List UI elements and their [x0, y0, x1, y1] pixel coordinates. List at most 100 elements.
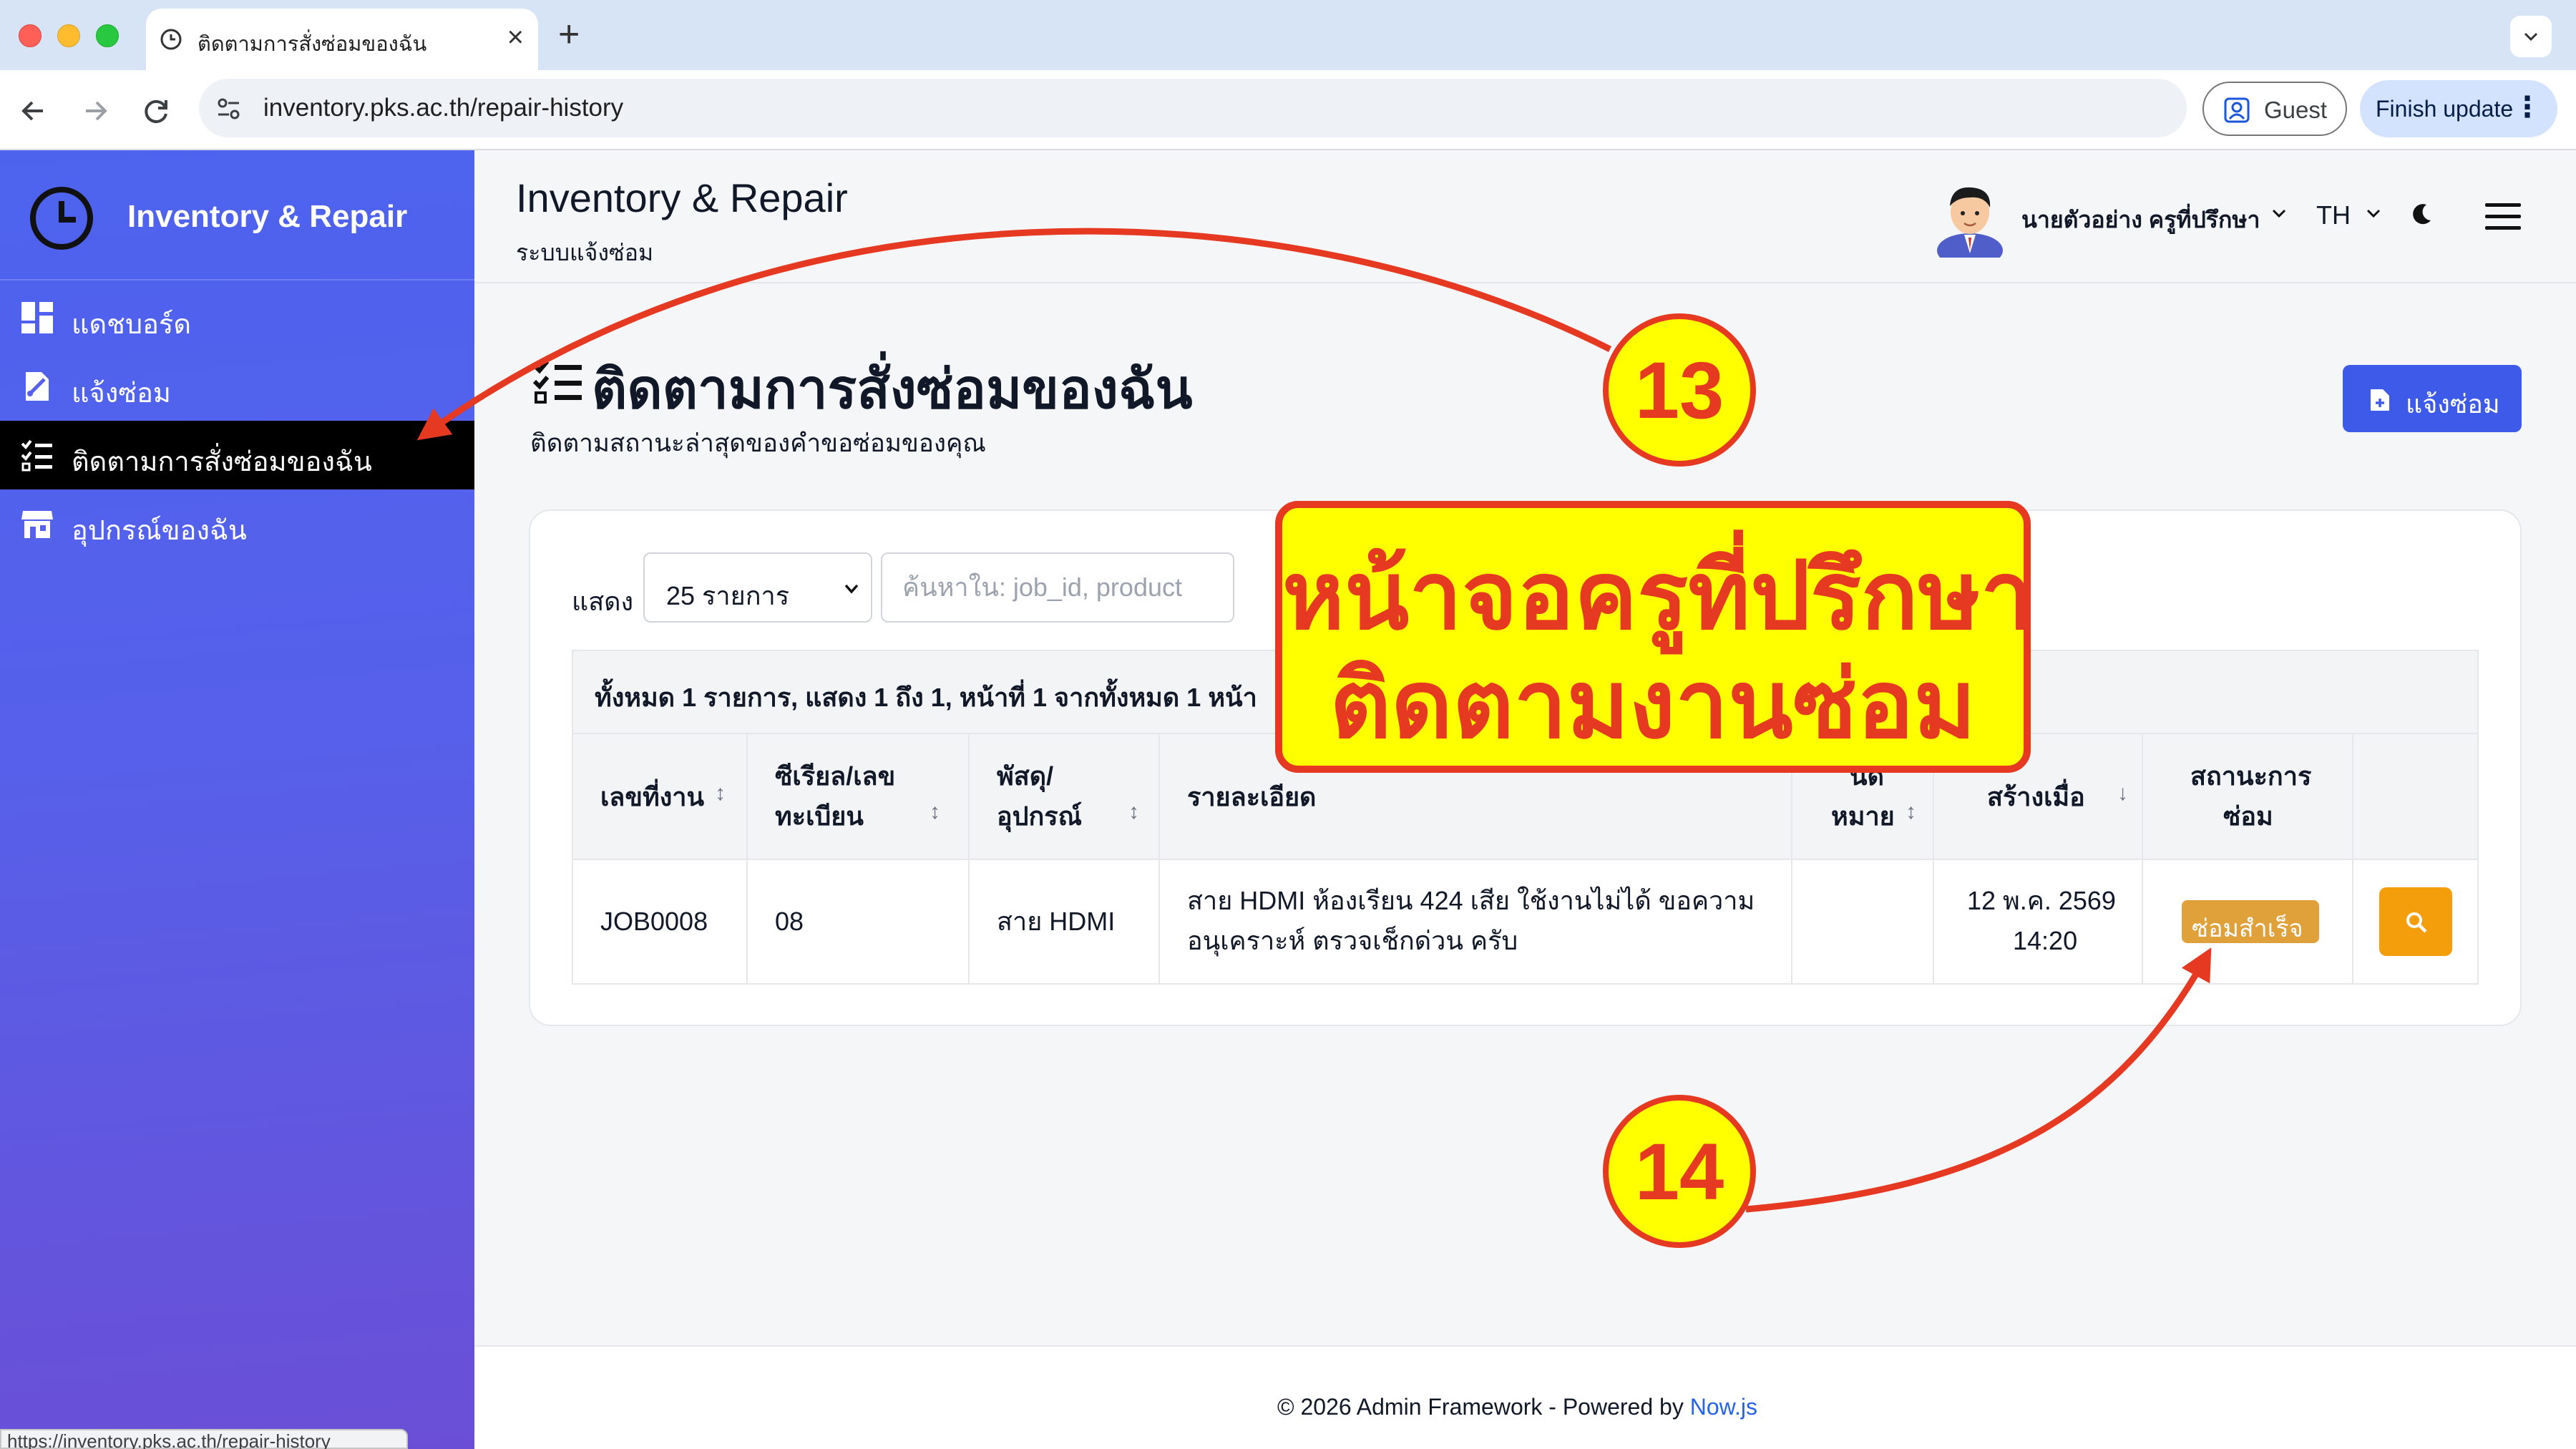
window-zoom-button[interactable] — [96, 24, 119, 47]
finish-update-label: Finish update — [2376, 96, 2514, 122]
search-icon — [2406, 912, 2427, 933]
callout-line-2: ติดตามงานซ่อม — [1330, 652, 1976, 757]
status-label: ซ่อมสำเร็จ — [2192, 915, 2303, 942]
sidebar-item-label: แดชบอร์ด — [72, 310, 191, 340]
cell-status: ซ่อมสำเร็จ — [2143, 860, 2353, 983]
sidebar-item-repair-history[interactable]: ติดตามการสั่งซ่อมของฉัน — [0, 421, 474, 489]
show-label: แสดง — [572, 587, 634, 616]
table-row[interactable]: JOB0008 08 สาย HDMI สาย HDMI ห้องเรียน 4… — [573, 860, 2477, 983]
brand-name: Inventory & Repair — [127, 199, 408, 234]
checklist-icon — [533, 360, 582, 404]
page-title: ติดตามการสั่งซ่อมของฉัน — [592, 359, 1193, 420]
profile-icon — [2224, 97, 2250, 123]
footer-text: © 2026 Admin Framework - Powered by Now.… — [1277, 1394, 1757, 1420]
store-icon — [21, 511, 53, 538]
header-label: ซ่อม — [2223, 801, 2273, 831]
browser-toolbar: inventory.pks.ac.th/repair-history Guest… — [0, 70, 2576, 150]
header-label: รายละเอียด — [1187, 782, 1317, 811]
sidebar: Inventory & Repair แดชบอร์ด แจ้งซ่อม ติด… — [0, 150, 474, 1449]
column-header-status[interactable]: สถานะการ ซ่อม — [2143, 734, 2353, 860]
avatar[interactable] — [1934, 179, 2006, 258]
search-input[interactable] — [881, 552, 1234, 623]
site-settings-icon[interactable] — [215, 94, 243, 123]
finish-update-button[interactable]: Finish update ⋮ — [2360, 80, 2557, 137]
sort-icon[interactable]: ↕ — [1128, 800, 1139, 824]
header-label: ซีเรียล/เลข — [775, 761, 896, 791]
callout-caption-box: หน้าจอครูที่ปรึกษา ติดตามงานซ่อม — [1275, 501, 2034, 773]
chevron-down-icon — [2524, 32, 2538, 42]
report-button-label: แจ้งซ่อม — [2406, 389, 2500, 419]
sidebar-item-dashboard[interactable]: แดชบอร์ด — [0, 283, 474, 352]
guest-profile-button[interactable]: Guest — [2202, 82, 2347, 136]
sidebar-brand[interactable]: Inventory & Repair — [0, 150, 474, 280]
sidebar-item-label: แจ้งซ่อม — [72, 379, 171, 409]
chevron-down-icon — [844, 584, 859, 594]
serial-no: 08 — [775, 907, 804, 936]
callout-number-14: 14 — [1603, 1095, 1756, 1248]
detail-line: สาย HDMI ห้องเรียน 424 เสีย ใช้งานไม่ได้… — [1187, 886, 1755, 915]
chevron-down-icon[interactable] — [2363, 203, 2384, 223]
header-label: อุปกรณ์ — [997, 801, 1083, 831]
cell-job-no: JOB0008 — [573, 860, 748, 983]
forward-arrow-icon[interactable] — [76, 92, 114, 130]
tab-close-icon[interactable]: × — [507, 23, 524, 52]
view-detail-button[interactable] — [2379, 887, 2452, 956]
sidebar-item-label: อุปกรณ์ของฉัน — [72, 516, 247, 546]
header-label: สร้างเมื่อ — [1987, 782, 2085, 811]
callout-13-text: 13 — [1634, 346, 1724, 435]
report-repair-button[interactable]: แจ้งซ่อม — [2343, 365, 2522, 432]
page-size-select[interactable]: 25 รายการ — [643, 552, 872, 623]
new-tab-button[interactable]: + — [558, 16, 580, 53]
moon-icon[interactable] — [2408, 200, 2435, 228]
user-name[interactable]: นายตัวอย่าง ครูที่ปรึกษา — [2021, 202, 2260, 238]
callout-number-13: 13 — [1603, 313, 1756, 467]
sort-icon[interactable]: ↕ — [715, 781, 726, 806]
more-vert-icon: ⋮ — [2513, 92, 2542, 123]
sidebar-item-repair-request[interactable]: แจ้งซ่อม — [0, 352, 474, 421]
created-date: 12 พ.ค. 2569 — [1967, 886, 2116, 915]
hamburger-menu-icon[interactable] — [2484, 200, 2522, 233]
tab-search-button[interactable] — [2510, 16, 2552, 57]
tab-title: ติดตามการสั่งซ่อมของฉัน — [197, 33, 427, 56]
reload-icon[interactable] — [137, 92, 176, 130]
window-close-button[interactable] — [19, 24, 42, 47]
window-minimize-button[interactable] — [57, 24, 80, 47]
address-bar[interactable]: inventory.pks.ac.th/repair-history — [199, 79, 2187, 137]
header-label: เลขที่งาน — [600, 782, 705, 811]
sort-icon[interactable]: ↕ — [1906, 800, 1916, 824]
created-time: 14:20 — [2013, 926, 2078, 955]
header-title: Inventory & Repair — [516, 175, 848, 220]
clock-icon — [160, 29, 182, 50]
footer-link[interactable]: Now.js — [1690, 1394, 1757, 1420]
link-status-bar: https://inventory.pks.ac.th/repair-histo… — [0, 1429, 408, 1449]
header-label: พัสดุ/ — [997, 761, 1054, 791]
back-arrow-icon[interactable] — [14, 92, 53, 130]
language-selector[interactable]: TH — [2316, 200, 2351, 230]
browser-tab-active[interactable]: ติดตามการสั่งซ่อมของฉัน × — [146, 9, 538, 70]
header-subtitle: ระบบแจ้งซ่อม — [516, 240, 654, 265]
page-size-value: 25 รายการ — [666, 581, 790, 610]
header-label: ทะเบียน — [775, 801, 864, 831]
header-label: หมาย — [1831, 801, 1895, 831]
file-add-icon — [2371, 389, 2389, 411]
clock-logo-icon — [30, 187, 93, 250]
sort-desc-icon[interactable]: ↓ — [2117, 781, 2128, 806]
cell-product: สาย HDMI — [970, 860, 1160, 983]
status-badge: ซ่อมสำเร็จ — [2182, 900, 2319, 943]
dashboard-icon — [21, 302, 53, 333]
cell-detail: สาย HDMI ห้องเรียน 424 เสีย ใช้งานไม่ได้… — [1160, 860, 1792, 983]
sidebar-item-my-equipment[interactable]: อุปกรณ์ของฉัน — [0, 489, 474, 558]
sort-icon[interactable]: ↕ — [930, 800, 940, 824]
cell-appointment — [1792, 860, 1934, 983]
cell-actions — [2353, 860, 2477, 983]
page-description: ติดตามสถานะล่าสุดของคำขอซ่อมของคุณ — [530, 429, 986, 457]
chevron-down-icon[interactable] — [2269, 203, 2289, 223]
url-text: inventory.pks.ac.th/repair-history — [263, 94, 624, 122]
main-content: ติดตามการสั่งซ่อมของฉัน ติดตามสถานะล่าสุ… — [474, 283, 2576, 1345]
cell-created: 12 พ.ค. 2569 14:20 — [1934, 860, 2143, 983]
column-header-product[interactable]: พัสดุ/ อุปกรณ์ ↕ — [970, 734, 1160, 860]
column-header-serial[interactable]: ซีเรียล/เลข ทะเบียน ↕ — [748, 734, 970, 860]
header-label: สถานะการ — [2190, 761, 2312, 791]
column-header-job-no[interactable]: เลขที่งาน ↕ — [573, 734, 748, 860]
summary-text: ทั้งหมด 1 รายการ, แสดง 1 ถึง 1, หน้าที่ … — [595, 683, 1257, 712]
